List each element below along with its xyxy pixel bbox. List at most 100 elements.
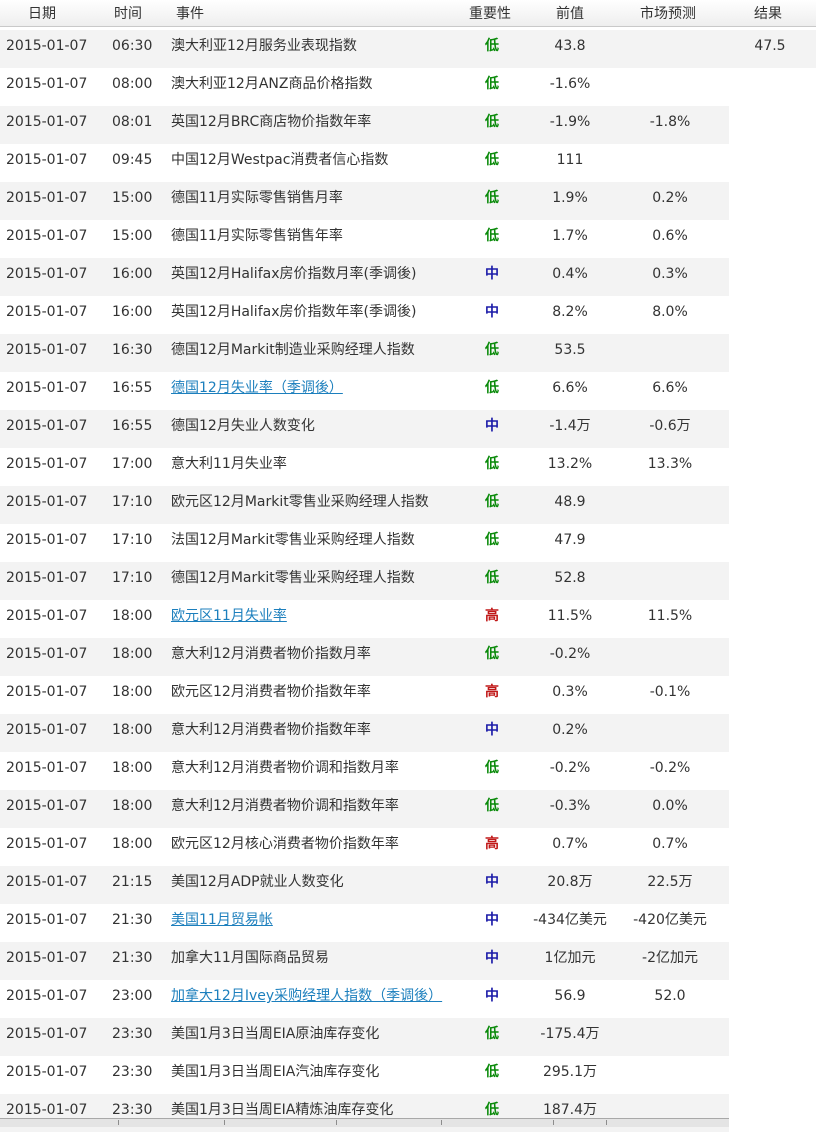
forecast-value-cell: 0.6% <box>652 228 688 244</box>
importance-badge: 低 <box>485 228 499 244</box>
table-row: 2015-01-07 16:55 德国12月失业率（季调後） 低 6.6% 6.6% <box>0 372 816 410</box>
previous-value-cell: -0.3% <box>549 798 591 814</box>
previous-value-cell: 52.8 <box>554 570 586 586</box>
date-cell: 2015-01-07 <box>6 190 88 206</box>
table-row: 2015-01-07 23:30 美国1月3日当周EIA原油库存变化 低 -175.4万 <box>0 1018 816 1056</box>
time-cell: 18:00 <box>112 798 153 814</box>
header-previous: 前值 <box>556 6 584 22</box>
date-cell: 2015-01-07 <box>6 266 88 282</box>
forecast-value-cell: -0.1% <box>649 684 691 700</box>
event-link[interactable]: 加拿大12月Ivey采购经理人指数（季调後） <box>171 980 442 1012</box>
event-cell: 加拿大11月国际商品贸易 <box>171 950 329 966</box>
table-row: 2015-01-07 17:10 德国12月Markit零售业采购经理人指数 低 52.… <box>0 562 816 600</box>
event-cell: 澳大利亚12月服务业表现指数 <box>171 38 357 54</box>
previous-value-cell: 0.4% <box>552 266 588 282</box>
date-cell: 2015-01-07 <box>6 570 88 586</box>
previous-value-cell: 56.9 <box>554 988 586 1004</box>
table-row: 2015-01-07 08:00 澳大利亚12月ANZ商品价格指数 低 -1.6% <box>0 68 816 106</box>
date-cell: 2015-01-07 <box>6 798 88 814</box>
forecast-value-cell: 52.0 <box>654 988 686 1004</box>
importance-badge: 低 <box>485 1064 499 1080</box>
date-cell: 2015-01-07 <box>6 418 88 434</box>
importance-badge: 低 <box>485 76 499 92</box>
time-cell: 08:01 <box>112 114 153 130</box>
scrollbar-segment[interactable] <box>0 1120 607 1125</box>
previous-value-cell: 6.6% <box>552 380 588 396</box>
time-cell: 16:00 <box>112 304 153 320</box>
date-cell: 2015-01-07 <box>6 494 88 510</box>
time-cell: 21:15 <box>112 874 153 890</box>
event-cell: 欧元区12月消费者物价指数年率 <box>171 684 371 700</box>
date-cell: 2015-01-07 <box>6 532 88 548</box>
event-link[interactable]: 欧元区11月失业率 <box>171 600 287 632</box>
event-cell: 中国12月Westpac消费者信心指数 <box>171 152 389 168</box>
date-cell: 2015-01-07 <box>6 684 88 700</box>
importance-badge: 低 <box>485 798 499 814</box>
date-cell: 2015-01-07 <box>6 304 88 320</box>
table-row: 2015-01-07 17:00 意大利11月失业率 低 13.2% 13.3% <box>0 448 816 486</box>
previous-value-cell: -0.2% <box>549 760 591 776</box>
previous-value-cell: -175.4万 <box>540 1026 600 1042</box>
previous-value-cell: 8.2% <box>552 304 588 320</box>
event-cell: 意大利12月消费者物价指数年率 <box>171 722 371 738</box>
importance-badge: 低 <box>485 152 499 168</box>
importance-badge: 高 <box>485 608 499 624</box>
event-cell: 美国1月3日当周EIA汽油库存变化 <box>171 1064 380 1080</box>
date-cell: 2015-01-07 <box>6 950 88 966</box>
previous-value-cell: 0.2% <box>552 722 588 738</box>
previous-value-cell: 1.9% <box>552 190 588 206</box>
date-cell: 2015-01-07 <box>6 608 88 624</box>
table-row: 2015-01-07 23:00 加拿大12月Ivey采购经理人指数（季调後） 中 56… <box>0 980 816 1018</box>
event-table: 2015-01-07 06:30 澳大利亚12月服务业表现指数低 43.8 47.5 20… <box>0 30 816 1132</box>
forecast-value-cell: -0.2% <box>649 760 691 776</box>
event-link[interactable]: 美国11月贸易帐 <box>171 904 273 936</box>
time-cell: 21:30 <box>112 950 153 966</box>
table-row: 2015-01-07 21:30 美国11月贸易帐 中 -434亿美元 -420亿美元 <box>0 904 816 942</box>
table-row: 2015-01-07 16:00 英国12月Halifax房价指数月率(季调後) 中 0… <box>0 258 816 296</box>
event-cell: 英国12月Halifax房价指数月率(季调後) <box>171 266 417 282</box>
event-cell: 澳大利亚12月ANZ商品价格指数 <box>171 76 373 92</box>
previous-value-cell: 0.3% <box>552 684 588 700</box>
table-row: 2015-01-07 18:00 意大利12月消费者物价指数月率 低 -0.2% <box>0 638 816 676</box>
importance-badge: 高 <box>485 836 499 852</box>
time-cell: 18:00 <box>112 760 153 776</box>
table-row: 2015-01-07 17:10 法国12月Markit零售业采购经理人指数 低 47.… <box>0 524 816 562</box>
event-cell: 德国12月Markit零售业采购经理人指数 <box>171 570 415 586</box>
time-cell: 16:55 <box>112 418 153 434</box>
event-cell: 意大利11月失业率 <box>171 456 287 472</box>
time-cell: 15:00 <box>112 190 153 206</box>
time-cell: 23:30 <box>112 1064 153 1080</box>
importance-badge: 中 <box>485 266 499 282</box>
date-cell: 2015-01-07 <box>6 722 88 738</box>
table-row: 2015-01-07 21:15 美国12月ADP就业人数变化 中 20.8万 22.5万 <box>0 866 816 904</box>
header-event: 事件 <box>176 6 204 22</box>
forecast-value-cell: -420亿美元 <box>633 912 707 928</box>
time-cell: 21:30 <box>112 912 153 928</box>
header-time: 时间 <box>114 6 142 22</box>
event-link[interactable]: 德国12月失业率（季调後） <box>171 372 343 404</box>
time-cell: 17:00 <box>112 456 153 472</box>
previous-value-cell: 111 <box>556 152 584 168</box>
importance-badge: 低 <box>485 532 499 548</box>
previous-value-cell: 48.9 <box>554 494 586 510</box>
previous-value-cell: 295.1万 <box>542 1064 598 1080</box>
table-row: 2015-01-07 18:00 欧元区12月核心消费者物价指数年率 高 0.7% 0.7… <box>0 828 816 866</box>
time-cell: 09:45 <box>112 152 153 168</box>
forecast-value-cell: 6.6% <box>652 380 688 396</box>
table-row: 2015-01-07 15:00 德国11月实际零售销售年率 低 1.7% 0.6% <box>0 220 816 258</box>
forecast-value-cell: -0.6万 <box>649 418 691 434</box>
header-date: 日期 <box>28 6 56 22</box>
importance-badge: 低 <box>485 114 499 130</box>
previous-value-cell: 1.7% <box>552 228 588 244</box>
time-cell: 17:10 <box>112 494 153 510</box>
time-cell: 16:55 <box>112 380 153 396</box>
date-cell: 2015-01-07 <box>6 380 88 396</box>
date-cell: 2015-01-07 <box>6 760 88 776</box>
previous-value-cell: 47.9 <box>554 532 586 548</box>
previous-value-cell: 11.5% <box>547 608 593 624</box>
previous-value-cell: 0.7% <box>552 836 588 852</box>
forecast-value-cell: 8.0% <box>652 304 688 320</box>
date-cell: 2015-01-07 <box>6 836 88 852</box>
time-cell: 23:00 <box>112 988 153 1004</box>
forecast-value-cell: 0.7% <box>652 836 688 852</box>
